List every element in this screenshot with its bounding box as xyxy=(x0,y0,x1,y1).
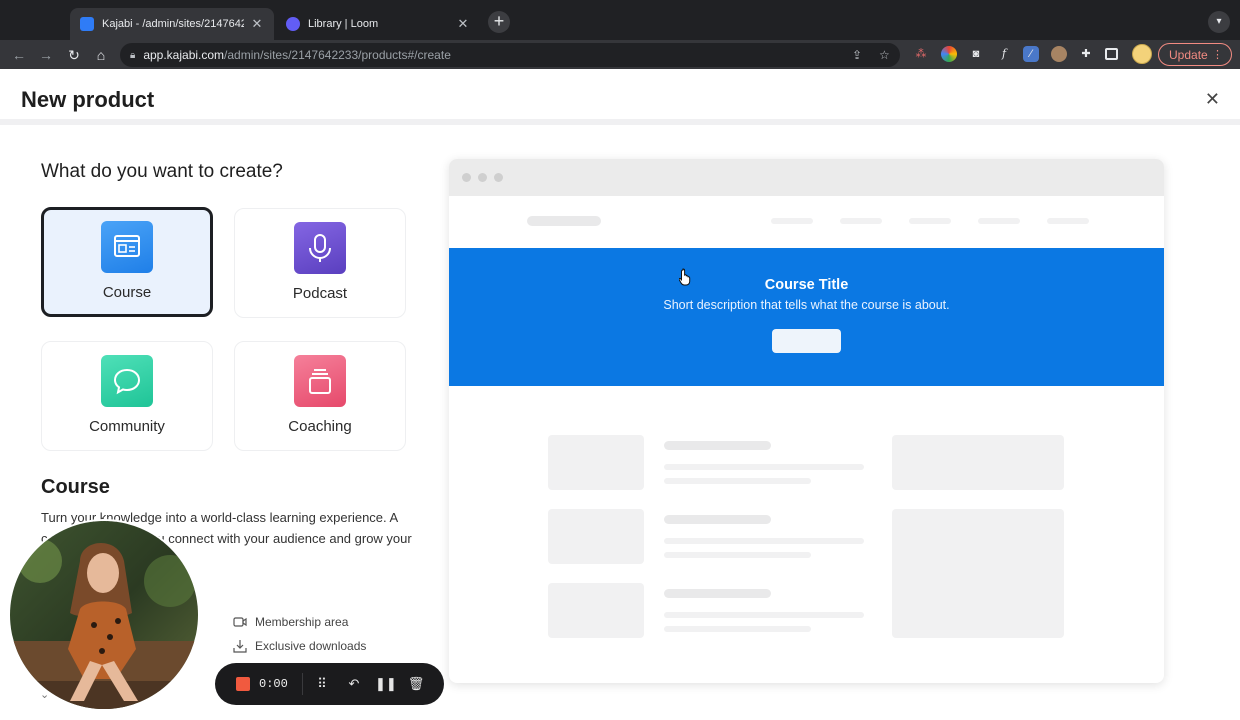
webcam-bubble[interactable] xyxy=(8,519,200,711)
text-skeleton xyxy=(664,464,864,470)
lock-icon: 🔒︎ xyxy=(130,49,136,61)
video-icon xyxy=(233,617,247,627)
text-skeleton xyxy=(664,478,811,484)
side-panel-icon[interactable] xyxy=(1105,48,1118,60)
option-label: Podcast xyxy=(292,285,348,302)
back-icon[interactable]: ← xyxy=(8,44,30,66)
more-vert-icon: ⋮ xyxy=(1212,49,1223,61)
product-option-podcast[interactable]: Podcast xyxy=(234,208,406,318)
option-label: Coaching xyxy=(288,418,352,435)
thumbnail-skeleton xyxy=(548,583,644,638)
close-tab-icon[interactable]: ✕ xyxy=(250,16,264,32)
reload-icon[interactable]: ↻ xyxy=(63,44,85,66)
feature-item: Membership area xyxy=(233,615,348,629)
page-title: New product xyxy=(21,87,155,112)
window-dot xyxy=(462,173,471,182)
course-icon xyxy=(101,221,153,273)
url-host: app.kajabi.com xyxy=(143,48,225,62)
preview-window-bar xyxy=(449,159,1164,196)
thumbnail-skeleton xyxy=(548,509,644,564)
pause-icon[interactable]: ❚❚ xyxy=(375,674,397,694)
tab-title: Library | Loom xyxy=(308,18,379,30)
feature-label: Exclusive downloads xyxy=(255,639,367,653)
browser-toolbar: ← → ↻ ⌂ 🔒︎ app.kajabi.com/admin/sites/21… xyxy=(0,40,1240,69)
tab-kajabi[interactable]: Kajabi - /admin/sites/2147642233 ✕ xyxy=(70,8,274,40)
forward-icon[interactable]: → xyxy=(35,44,57,66)
browser-tab-bar: Kajabi - /admin/sites/2147642233 ✕ Libra… xyxy=(0,0,1240,40)
text-skeleton xyxy=(664,612,864,618)
new-tab-button[interactable]: + xyxy=(488,11,510,33)
product-preview: Course Title Short description that tell… xyxy=(449,159,1164,683)
url-path: /admin/sites/2147642233/products#/create xyxy=(224,48,451,62)
feature-label: Membership area xyxy=(255,615,349,629)
loom-favicon-icon xyxy=(286,17,300,31)
extension-owl-icon[interactable] xyxy=(1051,46,1067,62)
preview-hero: Course Title Short description that tell… xyxy=(449,248,1164,386)
extension-asana-icon[interactable]: ⁂ xyxy=(913,46,929,62)
divider xyxy=(302,673,303,695)
product-option-community[interactable]: Community xyxy=(41,341,213,451)
hero-button-skeleton xyxy=(772,329,841,353)
coaching-icon xyxy=(294,355,346,407)
window-dot xyxy=(478,173,487,182)
extensions-puzzle-icon[interactable]: ✚ xyxy=(1078,46,1094,62)
product-option-coaching[interactable]: Coaching xyxy=(234,341,406,451)
bookmark-star-icon[interactable]: ☆ xyxy=(879,48,890,62)
kajabi-favicon-icon xyxy=(80,17,94,31)
trash-icon[interactable]: 🗑︎ xyxy=(406,674,426,694)
update-label: Update xyxy=(1169,47,1208,62)
hero-title: Course Title xyxy=(764,277,849,293)
extension-code-icon[interactable]: ⁄ xyxy=(1023,46,1039,62)
tab-search-button[interactable]: ▾ xyxy=(1208,11,1230,33)
download-icon xyxy=(233,640,247,653)
create-question: What do you want to create? xyxy=(41,161,283,182)
option-label: Community xyxy=(89,418,165,435)
page-header: New product ✕ xyxy=(0,69,1240,125)
nav-skeleton xyxy=(978,218,1020,224)
nav-skeleton xyxy=(840,218,882,224)
feature-item: Exclusive downloads xyxy=(233,639,366,653)
stop-recording-button[interactable] xyxy=(236,677,250,691)
home-icon[interactable]: ⌂ xyxy=(90,44,112,66)
text-skeleton xyxy=(664,441,771,450)
nav-skeleton xyxy=(909,218,951,224)
close-icon[interactable]: ✕ xyxy=(1205,89,1220,110)
tab-title: Kajabi - /admin/sites/2147642233 xyxy=(102,18,244,30)
text-skeleton xyxy=(664,552,811,558)
tab-loom[interactable]: Library | Loom ✕ xyxy=(276,8,480,40)
hand-cursor-icon xyxy=(679,268,691,286)
preview-nav xyxy=(449,196,1164,248)
details-title: Course xyxy=(41,476,110,498)
logo-skeleton xyxy=(527,216,601,226)
presenter-video xyxy=(10,521,198,709)
address-bar[interactable]: 🔒︎ app.kajabi.com/admin/sites/2147642233… xyxy=(120,43,900,67)
extension-formula-icon[interactable]: f xyxy=(996,46,1012,62)
profile-avatar[interactable] xyxy=(1132,44,1152,64)
text-skeleton xyxy=(664,515,771,524)
undo-icon[interactable]: ↶ xyxy=(344,674,364,694)
loom-record-controls: 0:00 ⠿ ↶ ❚❚ 🗑︎ xyxy=(215,663,444,705)
chat-bubble-icon xyxy=(101,355,153,407)
update-button[interactable]: Update ⋮ xyxy=(1158,43,1232,66)
extension-camera-icon[interactable]: ◙ xyxy=(968,46,984,62)
nav-skeleton xyxy=(1047,218,1089,224)
microphone-icon xyxy=(294,222,346,274)
thumbnail-skeleton xyxy=(548,435,644,490)
sidebar-card-skeleton xyxy=(892,435,1064,490)
text-skeleton xyxy=(664,589,771,598)
text-skeleton xyxy=(664,626,811,632)
option-label: Course xyxy=(102,284,152,301)
window-dot xyxy=(494,173,503,182)
text-skeleton xyxy=(664,538,864,544)
close-tab-icon[interactable]: ✕ xyxy=(456,16,470,32)
recording-timer: 0:00 xyxy=(259,677,288,691)
hero-description: Short description that tells what the co… xyxy=(663,298,950,312)
product-option-course[interactable]: Course xyxy=(41,207,213,317)
nav-skeleton xyxy=(771,218,813,224)
extension-color-icon[interactable] xyxy=(941,46,957,62)
sidebar-card-skeleton xyxy=(892,509,1064,638)
drag-handle-icon[interactable]: ⠿ xyxy=(312,674,332,694)
share-icon[interactable]: ⇪ xyxy=(852,48,862,62)
